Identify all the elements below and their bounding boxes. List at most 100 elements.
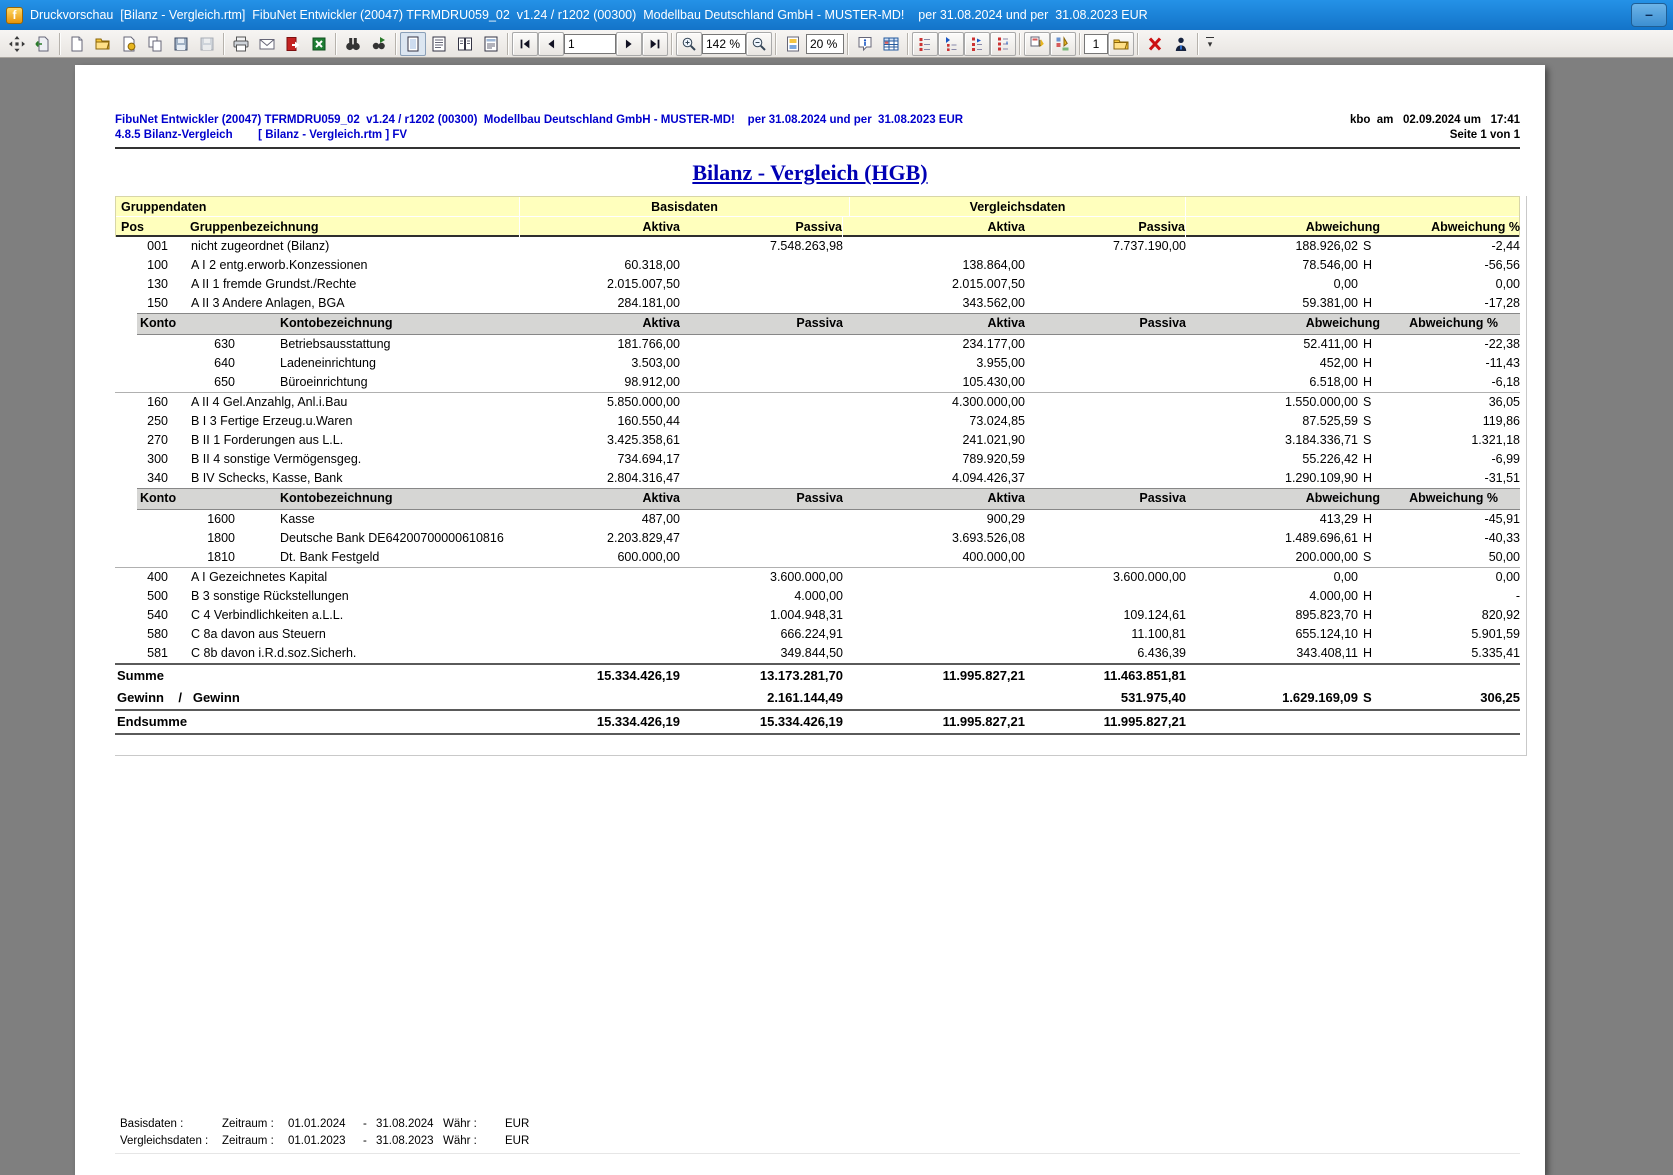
abweichung-cell: 188.926,02 S: [1186, 237, 1380, 256]
thumbnail-zoom-input[interactable]: [806, 33, 844, 54]
excel-export-button[interactable]: [306, 32, 332, 56]
basis-passiva-cell: [680, 275, 843, 294]
copy-button[interactable]: [142, 32, 168, 56]
basis-passiva-cell: 15.334.426,19: [759, 714, 843, 729]
vergleich-passiva-cell: [1025, 431, 1186, 450]
zoom-level-input[interactable]: [702, 33, 746, 54]
toolbar-options-dropdown[interactable]: ▾: [1202, 32, 1218, 56]
copies-input[interactable]: [1084, 33, 1108, 54]
print-button[interactable]: [228, 32, 254, 56]
user-exit-button[interactable]: [1168, 32, 1194, 56]
search-button[interactable]: [340, 32, 366, 56]
previous-page-button[interactable]: [538, 31, 564, 56]
toolbar-separator: [907, 32, 909, 55]
load-report-button[interactable]: [1108, 31, 1134, 56]
new-document-button[interactable]: [64, 32, 90, 56]
vergleich-aktiva-cell: 11.995.827,21: [942, 668, 1025, 683]
pos-cell: 250: [147, 414, 168, 428]
outline-expand2-button[interactable]: [964, 31, 990, 56]
close-preview-button[interactable]: [1142, 32, 1168, 56]
basis-passiva-header: Passiva: [680, 217, 843, 237]
abweichung-prozent-cell: -40,33: [1484, 531, 1520, 545]
thumbnail-view-button[interactable]: [780, 32, 806, 56]
folder-small-icon: [1113, 39, 1129, 49]
last-page-button[interactable]: [642, 31, 668, 56]
vergleich-passiva-cell: 11.463.851,81: [1103, 668, 1186, 683]
soll-haben-flag: S: [1363, 550, 1372, 564]
info-button[interactable]: [852, 32, 878, 56]
page-setup-button[interactable]: [116, 32, 142, 56]
export-button[interactable]: [280, 32, 306, 56]
basis-passiva-cell: [680, 393, 843, 412]
open-button[interactable]: [90, 32, 116, 56]
next-page-button[interactable]: [616, 31, 642, 56]
view-text-button[interactable]: [478, 32, 504, 56]
basis-aktiva-cell: [520, 568, 680, 587]
abweichung-prozent-cell: [1380, 665, 1520, 687]
properties-grid-button[interactable]: [878, 32, 904, 56]
fit-page-button[interactable]: [30, 32, 56, 56]
vergleich-passiva-header: Passiva: [1025, 217, 1186, 237]
band-empty-cell: [1186, 197, 1520, 217]
table-row: 250 B I 3 Fertige Erzeug.u.Waren 160.550,4…: [115, 412, 1520, 431]
abweichung-cell: 200.000,00 S: [1186, 548, 1380, 567]
basis-passiva-cell: [680, 412, 843, 431]
view-whole-page-button[interactable]: [400, 31, 426, 56]
first-page-button[interactable]: [512, 31, 538, 56]
outline-collapse-button[interactable]: [912, 31, 938, 56]
abweichung-cell: 0,00: [1186, 275, 1380, 294]
basis-aktiva-cell: 600.000,00: [617, 550, 680, 564]
abweichung-value: 895.823,70: [1295, 608, 1358, 622]
outline-expand1-button[interactable]: [938, 31, 964, 56]
abweichung-prozent-cell: 820,92: [1481, 608, 1520, 622]
toolbar-separator: [1137, 32, 1139, 55]
abweichung-prozent-cell: -2,44: [1491, 239, 1521, 253]
arrange-sort-button[interactable]: [1050, 31, 1076, 56]
vergleich-passiva-cell: [1025, 469, 1186, 488]
gruppenbezeichnung-cell: A I Gezeichnetes Kapital: [191, 570, 328, 584]
abweichung-header: Abweichung: [1305, 316, 1380, 330]
basis-aktiva-cell: 3.503,00: [631, 356, 680, 370]
view-page-width-button[interactable]: [426, 32, 452, 56]
abweichung-value: 1.290.109,90: [1285, 471, 1358, 485]
table-row: 540 C 4 Verbindlichkeiten a.L.L. 1.004.948…: [115, 606, 1520, 625]
basis-aktiva-cell: 15.334.426,19: [596, 668, 680, 683]
table-row: 100 A I 2 entg.erworb.Konzessionen 60.318,…: [115, 256, 1520, 275]
vergleich-aktiva-cell: 2.015.007,50: [952, 277, 1025, 291]
vergleich-passiva-cell: [1025, 275, 1186, 294]
soll-haben-flag: [1358, 711, 1380, 733]
zoom-out-button[interactable]: [746, 31, 772, 56]
page-number-input[interactable]: [564, 33, 616, 54]
pan-tool-button[interactable]: [4, 32, 30, 56]
search-next-button[interactable]: [366, 32, 392, 56]
abweichung-cell: 655.124,10 H: [1186, 625, 1380, 644]
gruppenbezeichnung-cell: B IV Schecks, Kasse, Bank: [191, 471, 343, 485]
excel-icon: [312, 37, 326, 50]
save-button[interactable]: [168, 32, 194, 56]
toolbar-separator: [847, 32, 849, 55]
zoom-in-icon: [682, 37, 696, 51]
toolbar-separator: [1019, 32, 1021, 55]
vergleich-passiva-cell: 7.737.190,00: [1113, 239, 1186, 253]
basis-passiva-cell: [680, 450, 843, 469]
zoom-in-button[interactable]: [676, 31, 702, 56]
vergleich-aktiva-cell: 400.000,00: [962, 550, 1025, 564]
thumbnail-icon: [787, 36, 799, 51]
abweichung-prozent-cell: -56,56: [1484, 258, 1520, 272]
arrange-pages-icon: [1030, 36, 1044, 47]
vergleich-passiva-cell: 3.600.000,00: [1113, 570, 1186, 584]
abweichung-value: 78.546,00: [1302, 258, 1358, 272]
vergleich-aktiva-cell: 3.955,00: [976, 356, 1025, 370]
minimize-button[interactable]: –: [1631, 3, 1667, 27]
vergleich-aktiva-header: Aktiva: [987, 220, 1025, 234]
abweichung-prozent-header: Abweichung %: [1431, 220, 1520, 234]
vergleich-passiva-cell: 109.124,61: [1123, 608, 1186, 622]
arrange-pages-button[interactable]: [1024, 31, 1050, 56]
basis-aktiva-cell: 2.804.316,47: [607, 471, 680, 485]
table-grid-icon: [883, 37, 899, 50]
view-two-pages-button[interactable]: [452, 32, 478, 56]
abweichung-prozent-cell: 5.335,41: [1471, 646, 1520, 660]
email-button[interactable]: [254, 32, 280, 56]
save-all-button[interactable]: [194, 32, 220, 56]
outline-expand-all-button[interactable]: [990, 31, 1016, 56]
